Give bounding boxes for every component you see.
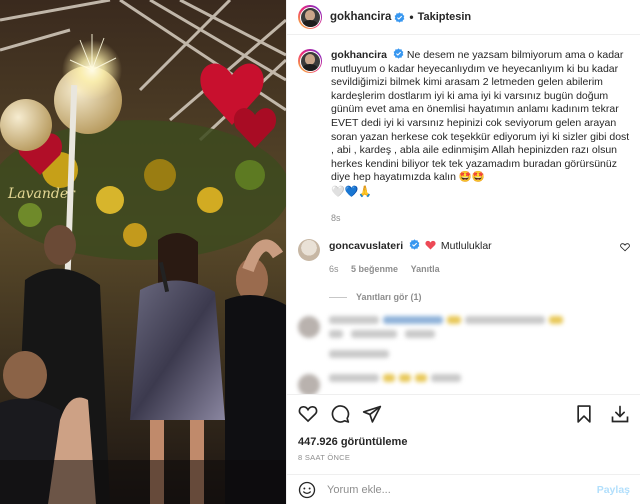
comment-input[interactable] xyxy=(327,483,597,496)
blurred-comment xyxy=(298,374,630,394)
comment-like-heart-icon[interactable] xyxy=(620,242,630,252)
post-video[interactable]: Lavander xyxy=(0,0,286,504)
download-icon[interactable] xyxy=(610,404,630,424)
caption-timestamp: 8s xyxy=(331,212,341,223)
smile-icon[interactable] xyxy=(298,481,316,499)
following-button[interactable]: Takiptesin xyxy=(418,11,472,23)
post-header: gokhancira • Takiptesin xyxy=(287,0,640,35)
heart-icon[interactable] xyxy=(298,404,318,424)
comment-time: 6s xyxy=(329,264,339,275)
view-replies-button[interactable]: Yanıtları gör (1) xyxy=(329,292,630,302)
reply-button[interactable]: Yanıtla xyxy=(411,264,440,274)
post-sidebar: gokhancira • Takiptesin gokhancira Ne de… xyxy=(286,0,640,504)
caption-text: Ne desem ne yazsam bilmiyorum ama o kada… xyxy=(331,49,630,184)
header-separator: • xyxy=(409,10,414,24)
comment-icon[interactable] xyxy=(330,404,350,424)
blurred-comment xyxy=(298,316,630,364)
verified-badge-icon xyxy=(395,11,405,23)
add-comment-bar: Paylaş xyxy=(287,474,640,504)
comment-item: goncavuslateri Mutluluklar 6s 5 beğenme … xyxy=(298,239,630,276)
instagram-post-view: Lavander gokhancira • Takiptesin gokhanc… xyxy=(0,0,640,504)
view-replies-label: Yanıtları gör (1) xyxy=(356,292,422,303)
author-username[interactable]: gokhancira xyxy=(330,11,391,23)
author-avatar[interactable] xyxy=(298,5,322,29)
view-count[interactable]: 447.926 görüntüleme xyxy=(298,436,630,448)
post-caption: gokhancira Ne desem ne yazsam bilmiyorum… xyxy=(298,48,630,225)
share-icon[interactable] xyxy=(362,404,382,424)
comment-meta: 6s 5 beğenme Yanıtla xyxy=(329,263,619,276)
caption-emojis: 🤍💙🙏 xyxy=(331,185,373,198)
bookmark-icon[interactable] xyxy=(574,404,594,424)
comment-likes[interactable]: 5 beğenme xyxy=(351,264,398,274)
caption-author-avatar[interactable] xyxy=(298,49,322,73)
comment-text: Mutluluklar xyxy=(440,240,492,253)
commenter-verified-badge-icon xyxy=(409,239,420,250)
video-frame: Lavander xyxy=(0,0,286,504)
red-heart-icon xyxy=(425,241,436,250)
commenter-username[interactable]: goncavuslateri xyxy=(329,240,403,252)
commenter-avatar[interactable] xyxy=(298,239,320,262)
post-comment-button[interactable]: Paylaş xyxy=(597,484,630,496)
caption-username[interactable]: gokhancira xyxy=(331,49,387,61)
caption-verified-badge-icon xyxy=(393,48,404,59)
post-date: 8 SAAT ÖNCE xyxy=(298,453,351,462)
comments-area[interactable]: gokhancira Ne desem ne yazsam bilmiyorum… xyxy=(287,36,640,394)
replies-divider xyxy=(329,296,347,298)
svg-text:Lavander: Lavander xyxy=(7,186,76,202)
post-actions: 447.926 görüntüleme 8 SAAT ÖNCE xyxy=(287,394,640,474)
